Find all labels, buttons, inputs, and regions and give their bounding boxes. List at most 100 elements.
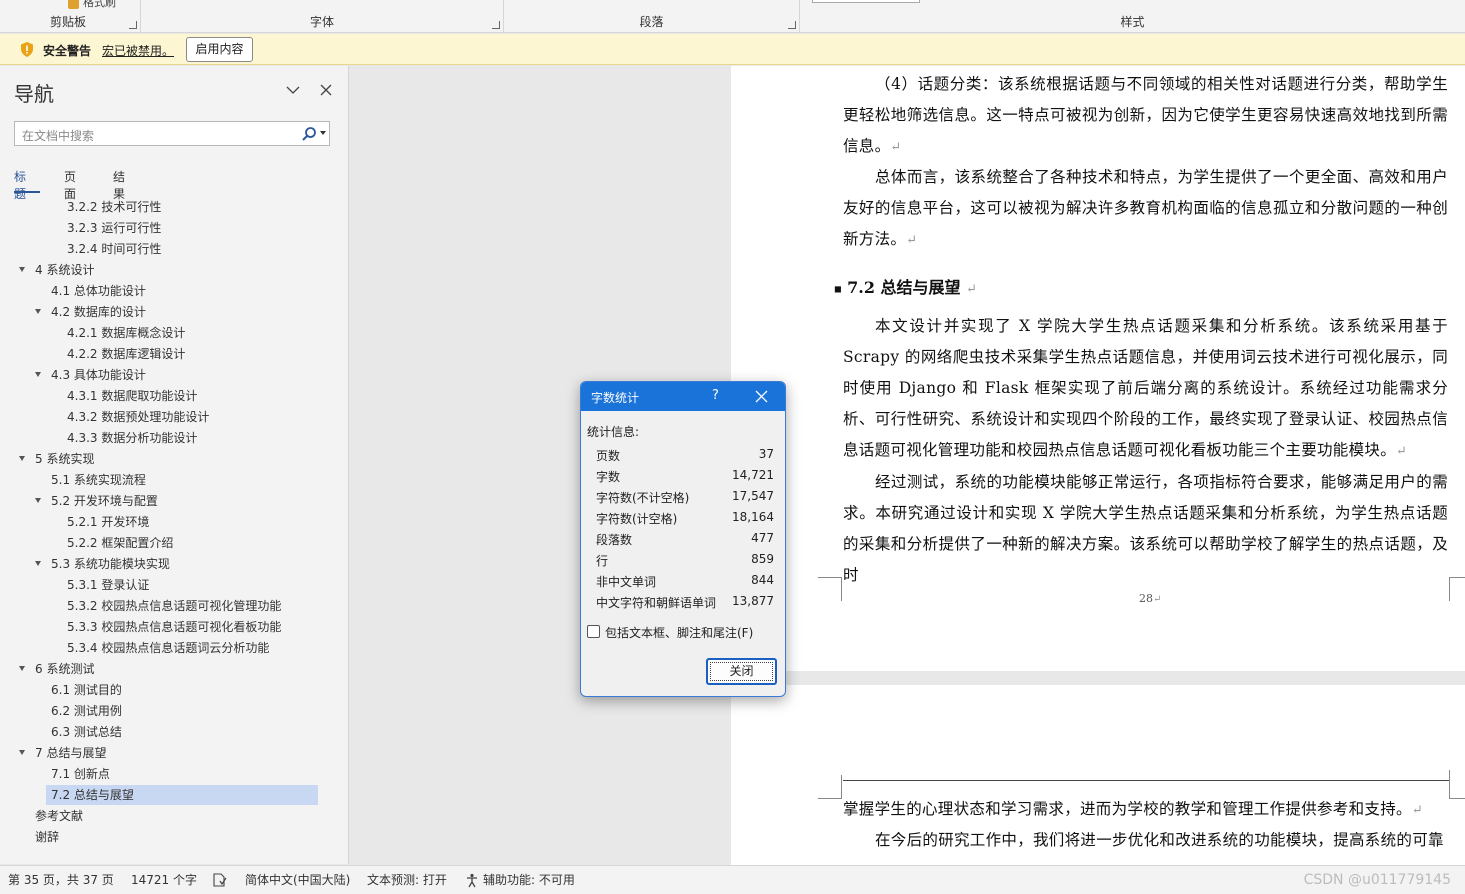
nav-heading-item[interactable]: 5.1 系统实现流程 <box>49 470 316 490</box>
include-textboxes-label[interactable]: 包括文本框、脚注和尾注(F) <box>605 624 753 641</box>
macros-disabled-link[interactable]: 宏已被禁用。 <box>102 42 174 59</box>
nav-heading-item[interactable]: 7.2 总结与展望 <box>46 785 318 805</box>
nav-heading-item[interactable]: 3.2.3 运行可行性 <box>65 218 316 238</box>
nav-heading-label: 5.3.3 校园热点信息话题可视化看板功能 <box>67 620 282 634</box>
dialog-launcher-icon[interactable] <box>129 21 137 29</box>
paragraph-mark: ↵ <box>906 233 918 248</box>
crop-mark <box>1449 770 1465 799</box>
nav-heading-item[interactable]: 5.2.2 框架配置介绍 <box>65 533 316 553</box>
ribbon-group-label: 剪贴板 <box>50 15 87 29</box>
nav-heading-item[interactable]: 5.3.1 登录认证 <box>65 575 316 595</box>
nav-heading-item[interactable]: 3.2.2 技术可行性 <box>65 197 316 217</box>
dialog-launcher-icon[interactable] <box>788 21 796 29</box>
nav-heading-label: 6.1 测试目的 <box>51 683 122 697</box>
nav-heading-label: 4.2.1 数据库概念设计 <box>67 326 186 340</box>
style-gallery-edge[interactable] <box>812 0 920 3</box>
proofing-icon[interactable] <box>212 873 227 887</box>
format-painter-button[interactable]: 格式刷 <box>68 0 116 10</box>
nav-heading-item[interactable]: 6.2 测试用例 <box>49 701 316 721</box>
nav-heading-label: 5.2.2 框架配置介绍 <box>67 536 174 550</box>
nav-heading-item[interactable]: 4.2.2 数据库逻辑设计 <box>65 344 316 364</box>
expand-triangle-icon[interactable] <box>35 372 41 377</box>
dialog-launcher-icon[interactable] <box>492 21 500 29</box>
nav-heading-item[interactable]: 5.2.1 开发环境 <box>65 512 316 532</box>
close-button[interactable]: 关闭 <box>706 658 777 685</box>
chevron-down-icon[interactable] <box>285 82 301 98</box>
expand-triangle-icon[interactable] <box>35 498 41 503</box>
nav-heading-item[interactable]: 5.3.2 校园热点信息话题可视化管理功能 <box>65 596 316 616</box>
help-button[interactable]: ? <box>712 388 719 403</box>
expand-triangle-icon[interactable] <box>19 267 25 272</box>
accessibility-icon[interactable] <box>465 873 480 888</box>
status-page-count[interactable]: 第 35 页，共 37 页 <box>8 871 114 888</box>
page-number: 28↵ <box>1139 592 1161 605</box>
paragraph-text: （4）话题分类：该系统根据话题与不同领域的相关性对话题进行分类，帮助学生更轻松地… <box>843 75 1448 155</box>
search-placeholder: 在文档中搜索 <box>22 129 95 143</box>
nav-heading-item[interactable]: 7.1 创新点 <box>49 764 316 784</box>
nav-heading-item[interactable]: 4 系统设计 <box>33 260 316 280</box>
nav-pane-title: 导航 <box>14 82 54 106</box>
nav-heading-item[interactable]: 4.2.1 数据库概念设计 <box>65 323 316 343</box>
dialog-title: 字数统计 <box>591 391 640 405</box>
nav-heading-label: 7 总结与展望 <box>35 746 107 760</box>
paragraph-mark: ↵ <box>1396 444 1408 459</box>
nav-heading-label: 5 系统实现 <box>35 452 95 466</box>
expand-triangle-icon[interactable] <box>35 309 41 314</box>
nav-heading-item[interactable]: 4.1 总体功能设计 <box>49 281 316 301</box>
statistic-value: 18,164 <box>732 510 774 524</box>
doc-paragraph[interactable]: 在今后的研究工作中，我们将进一步优化和改进系统的功能模块，提高系统的可靠 <box>843 825 1448 865</box>
ribbon-group-styles: 样式 <box>800 0 1465 33</box>
close-icon[interactable] <box>318 82 334 98</box>
nav-heading-item[interactable]: 5.2 开发环境与配置 <box>49 491 316 511</box>
nav-heading-item[interactable]: 6 系统测试 <box>33 659 316 679</box>
nav-heading-label: 5.3.1 登录认证 <box>67 578 150 592</box>
search-icon[interactable] <box>301 126 317 142</box>
doc-paragraph[interactable]: 经过测试，系统的功能模块能够正常运行，各项指标符合要求，能够满足用户的需求。本研… <box>843 467 1448 591</box>
statistic-label: 字数 <box>596 470 621 484</box>
nav-heading-item[interactable]: 谢辞 <box>33 827 316 847</box>
nav-heading-item[interactable]: 7 总结与展望 <box>33 743 316 763</box>
navigation-pane: 导航 在文档中搜索 标题 页面 结果 3.2.2 技术可行性 3.2.3 运行可行… <box>0 66 349 864</box>
nav-search-input[interactable]: 在文档中搜索 <box>14 121 330 146</box>
nav-heading-item[interactable]: 4.2 数据库的设计 <box>49 302 316 322</box>
nav-heading-item[interactable]: 5.3.3 校园热点信息话题可视化看板功能 <box>65 617 316 637</box>
expand-triangle-icon[interactable] <box>19 750 25 755</box>
status-word-count[interactable]: 14721 个字 <box>131 871 197 888</box>
nav-heading-item[interactable]: 4.3 具体功能设计 <box>49 365 316 385</box>
doc-paragraph[interactable]: 本文设计并实现了 X 学院大学生热点话题采集和分析系统。该系统采用基于 Scra… <box>843 311 1448 467</box>
expand-triangle-icon[interactable] <box>19 666 25 671</box>
nav-heading-label: 5.3 系统功能模块实现 <box>51 557 170 571</box>
ribbon-group-label: 段落 <box>639 15 664 29</box>
nav-heading-item[interactable]: 4.3.3 数据分析功能设计 <box>65 428 316 448</box>
nav-heading-item[interactable]: 6.1 测试目的 <box>49 680 316 700</box>
nav-heading-item[interactable]: 6.3 测试总结 <box>49 722 316 742</box>
expand-triangle-icon[interactable] <box>35 561 41 566</box>
include-textboxes-checkbox[interactable] <box>587 625 600 638</box>
nav-heading-item[interactable]: 3.2.4 时间可行性 <box>65 239 316 259</box>
tab-headings[interactable]: 标题 <box>14 168 26 202</box>
nav-heading-item[interactable]: 4.3.1 数据爬取功能设计 <box>65 386 316 406</box>
nav-heading-item[interactable]: 4.3.2 数据预处理功能设计 <box>65 407 316 427</box>
focus-ring <box>710 662 773 681</box>
nav-heading-label: 3.2.3 运行可行性 <box>67 221 162 235</box>
status-language[interactable]: 简体中文(中国大陆) <box>245 871 350 888</box>
enable-content-button[interactable]: 启用内容 <box>186 37 253 62</box>
dialog-title-bar[interactable]: 字数统计 ? <box>581 382 785 411</box>
header-rule <box>843 780 1449 781</box>
nav-heading-item[interactable]: 5.3.4 校园热点信息话题词云分析功能 <box>65 638 316 658</box>
status-accessibility[interactable]: 辅助功能: 不可用 <box>483 871 575 888</box>
doc-paragraph[interactable]: （4）话题分类：该系统根据话题与不同领域的相关性对话题进行分类，帮助学生更轻松地… <box>843 69 1448 163</box>
close-icon[interactable] <box>755 390 768 403</box>
doc-paragraph[interactable]: 总体而言，该系统整合了各种技术和特点，为学生提供了一个更全面、高效和用户友好的信… <box>843 162 1448 256</box>
nav-heading-item[interactable]: 5 系统实现 <box>33 449 316 469</box>
nav-heading-label: 6 系统测试 <box>35 662 95 676</box>
search-options-caret-icon[interactable] <box>320 131 326 135</box>
nav-heading-item[interactable]: 5.3 系统功能模块实现 <box>49 554 316 574</box>
doc-paragraph[interactable]: 掌握学生的心理状态和学习需求，进而为学校的教学和管理工作提供参考和支持。↵ <box>843 794 1448 826</box>
brush-icon <box>68 0 79 9</box>
section-heading[interactable]: ■ 7.2 总结与展望 ↵ <box>834 274 977 298</box>
nav-heading-label: 6.2 测试用例 <box>51 704 122 718</box>
status-text-prediction[interactable]: 文本预测: 打开 <box>367 871 447 888</box>
expand-triangle-icon[interactable] <box>19 456 25 461</box>
nav-heading-item[interactable]: 参考文献 <box>33 806 316 826</box>
